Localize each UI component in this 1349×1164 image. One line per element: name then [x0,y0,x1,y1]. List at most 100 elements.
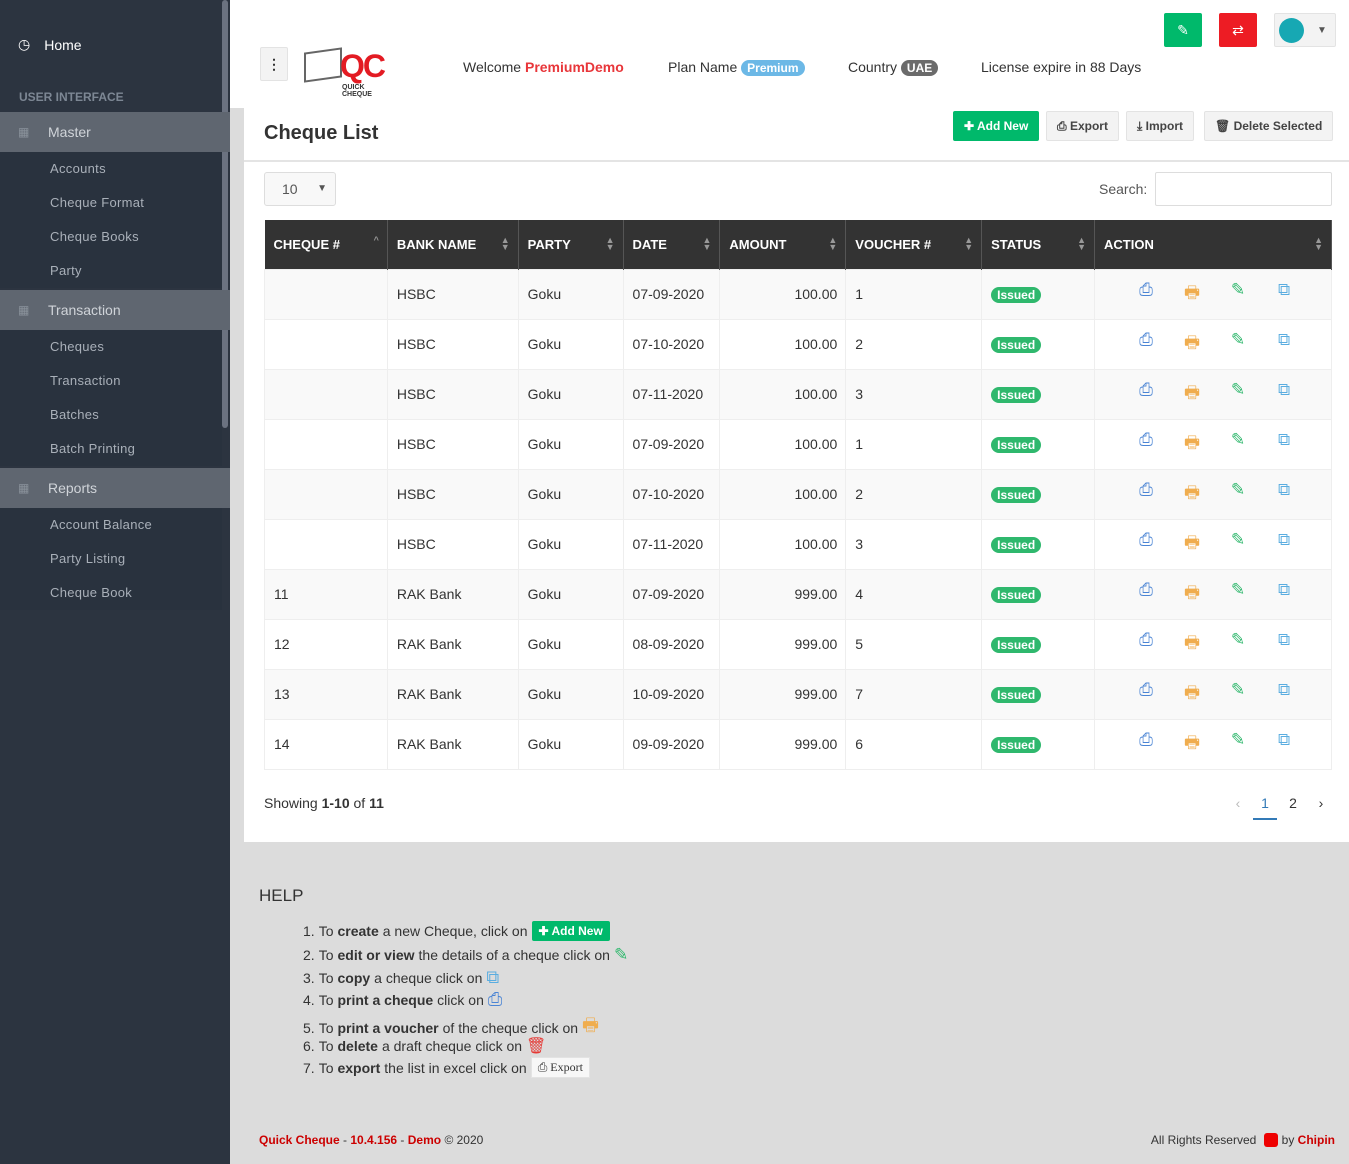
menu-toggle-button[interactable]: ⋮ [260,47,288,81]
delete-selected-button[interactable]: 🗑 Delete Selected [1204,111,1334,141]
column-header[interactable]: VOUCHER # ▲ ▼ [845,220,983,269]
sidebar-item[interactable]: Account Balance [0,508,222,542]
table-row[interactable]: HSBC Goku 07-10-2020 100.00 2 Issued ⎙ 🖶 ✎ ⧉ [264,318,1332,370]
print-cheque-icon[interactable]: ⎙ [1136,280,1156,309]
print-voucher-icon[interactable]: 🖶 [1182,730,1202,759]
print-cheque-icon[interactable]: ⎙ [1136,580,1156,609]
copy-icon[interactable]: ⧉ [1274,630,1294,659]
page-size-select[interactable]: 10 ▼ [264,172,336,206]
sort-icon: ▲ ▼ [1314,235,1323,252]
sidebar-section-reports[interactable]: ▦ Reports [0,468,230,508]
edit-pencil-icon[interactable]: ✎ [1228,330,1248,359]
column-header[interactable]: CHEQUE # ^ [264,220,388,269]
print-voucher-icon[interactable]: 🖶 [1182,630,1202,659]
sidebar-scrollbar[interactable] [222,0,228,428]
print-cheque-icon[interactable]: ⎙ [1136,530,1156,559]
pagination-page-2[interactable]: 2 [1281,788,1305,820]
column-header[interactable]: AMOUNT ▲ ▼ [719,220,847,269]
sidebar-item-home[interactable]: ◷ Home [18,36,82,53]
column-header[interactable]: DATE ▲ ▼ [623,220,721,269]
table-row[interactable]: HSBC Goku 07-09-2020 100.00 1 Issued ⎙ 🖶 ✎ ⧉ [264,418,1332,470]
print-voucher-icon[interactable]: 🖶 [1182,330,1202,359]
column-header[interactable]: ACTION ▲ ▼ [1094,220,1332,269]
print-voucher-icon[interactable]: 🖶 [1182,480,1202,509]
edit-profile-button[interactable]: ✎ [1164,13,1202,47]
copy-icon[interactable]: ⧉ [1274,530,1294,559]
copy-icon[interactable]: ⧉ [1274,680,1294,709]
edit-pencil-icon[interactable]: ✎ [1228,630,1248,659]
column-header[interactable]: PARTY ▲ ▼ [518,220,624,269]
pagination-prev[interactable]: ‹ [1226,788,1250,820]
table-row[interactable]: 13 RAK Bank Goku 10-09-2020 999.00 7 Issued ⎙ 🖶 ✎… [264,668,1332,720]
print-cheque-icon[interactable]: ⎙ [1136,730,1156,759]
switch-button[interactable]: ⇄ [1219,13,1257,47]
copy-icon[interactable]: ⧉ [1274,280,1294,309]
print-cheque-icon[interactable]: ⎙ [1136,330,1156,359]
edit-pencil-icon[interactable]: ✎ [1228,380,1248,409]
copy-icon[interactable]: ⧉ [1274,430,1294,459]
sidebar-item[interactable]: Cheque Book [0,576,222,610]
copy-icon[interactable]: ⧉ [1274,380,1294,409]
copy-icon[interactable]: ⧉ [1274,480,1294,509]
sidebar-item[interactable]: Party [0,254,222,288]
sidebar-item[interactable]: Cheque Books [0,220,222,254]
print-voucher-icon[interactable]: 🖶 [1182,580,1202,609]
copy-icon[interactable]: ⧉ [1274,730,1294,759]
export-button[interactable]: ⎙ Export [1046,111,1119,141]
license-text: License expire in 88 Days [981,59,1142,75]
copy-icon[interactable]: ⧉ [1274,580,1294,609]
print-voucher-icon[interactable]: 🖶 [1182,280,1202,309]
party-cell: Goku [517,618,624,670]
edit-pencil-icon[interactable]: ✎ [1228,480,1248,509]
user-menu-button[interactable]: ▼ [1274,13,1336,47]
header: ⋮ QC QUICK CHEQUE Welcome PremiumDemo Pl… [230,0,1349,108]
edit-pencil-icon[interactable]: ✎ [1228,730,1248,759]
edit-pencil-icon[interactable]: ✎ [1228,430,1248,459]
import-button[interactable]: ⤓ Import [1126,111,1194,141]
sort-icon: ▲ ▼ [702,235,712,252]
sidebar-item[interactable]: Cheque Format [0,186,222,220]
amount-cell: 100.00 [719,468,847,520]
print-cheque-icon[interactable]: ⎙ [1136,630,1156,659]
cheque-number-cell: 14 [264,718,388,770]
sidebar-item[interactable]: Transaction [0,364,222,398]
sidebar-item[interactable]: Accounts [0,152,222,186]
pagination-page-1[interactable]: 1 [1253,788,1277,820]
table-row[interactable]: HSBC Goku 07-11-2020 100.00 3 Issued ⎙ 🖶 ✎ ⧉ [264,518,1332,570]
edit-pencil-icon[interactable]: ✎ [1228,580,1248,609]
print-cheque-icon[interactable]: ⎙ [1136,380,1156,409]
sidebar-item[interactable]: Batch Printing [0,432,222,466]
copy-icon[interactable]: ⧉ [1274,330,1294,359]
print-voucher-icon[interactable]: 🖶 [1182,380,1202,409]
print-cheque-icon[interactable]: ⎙ [1136,480,1156,509]
sidebar-section-master[interactable]: ▦ Master [0,112,230,152]
sidebar-item[interactable]: Party Listing [0,542,222,576]
bank-name-cell: HSBC [386,418,519,470]
search-input[interactable] [1155,172,1332,206]
bank-name-cell: RAK Bank [386,668,519,720]
sidebar-section-transaction[interactable]: ▦ Transaction [0,290,230,330]
add-new-button[interactable]: ✚ Add New [953,111,1040,141]
sidebar-item[interactable]: Cheques [0,330,222,364]
print-voucher-icon[interactable]: 🖶 [1182,680,1202,709]
print-voucher-icon[interactable]: 🖶 [1182,430,1202,459]
column-header[interactable]: BANK NAME ▲ ▼ [387,220,519,269]
table-row[interactable]: 14 RAK Bank Goku 09-09-2020 999.00 6 Issued ⎙ 🖶 ✎… [264,718,1332,770]
edit-pencil-icon[interactable]: ✎ [1228,680,1248,709]
action-cell: ⎙ 🖶 ✎ ⧉ [1094,618,1332,670]
table-row[interactable]: HSBC Goku 07-10-2020 100.00 2 Issued ⎙ 🖶 ✎ ⧉ [264,468,1332,520]
table-row[interactable]: HSBC Goku 07-09-2020 100.00 1 Issued ⎙ 🖶 ✎ ⧉ [264,268,1332,320]
column-header[interactable]: STATUS ▲ ▼ [981,220,1096,269]
print-cheque-icon[interactable]: ⎙ [1136,430,1156,459]
edit-pencil-icon[interactable]: ✎ [1228,530,1248,559]
print-voucher-icon[interactable]: 🖶 [1182,530,1202,559]
edit-icon: ✎ [1177,22,1189,38]
table-row[interactable]: 11 RAK Bank Goku 07-09-2020 999.00 4 Issued ⎙ 🖶 ✎… [264,568,1332,620]
sidebar: ◷ Home USER INTERFACE ▦ Master Accounts Cheq… [0,0,230,1164]
print-cheque-icon[interactable]: ⎙ [1136,680,1156,709]
table-row[interactable]: 12 RAK Bank Goku 08-09-2020 999.00 5 Issued ⎙ 🖶 ✎… [264,618,1332,670]
sidebar-item[interactable]: Batches [0,398,222,432]
table-row[interactable]: HSBC Goku 07-11-2020 100.00 3 Issued ⎙ 🖶 ✎ ⧉ [264,368,1332,420]
pagination-next[interactable]: › [1309,788,1333,820]
edit-pencil-icon[interactable]: ✎ [1228,280,1248,309]
